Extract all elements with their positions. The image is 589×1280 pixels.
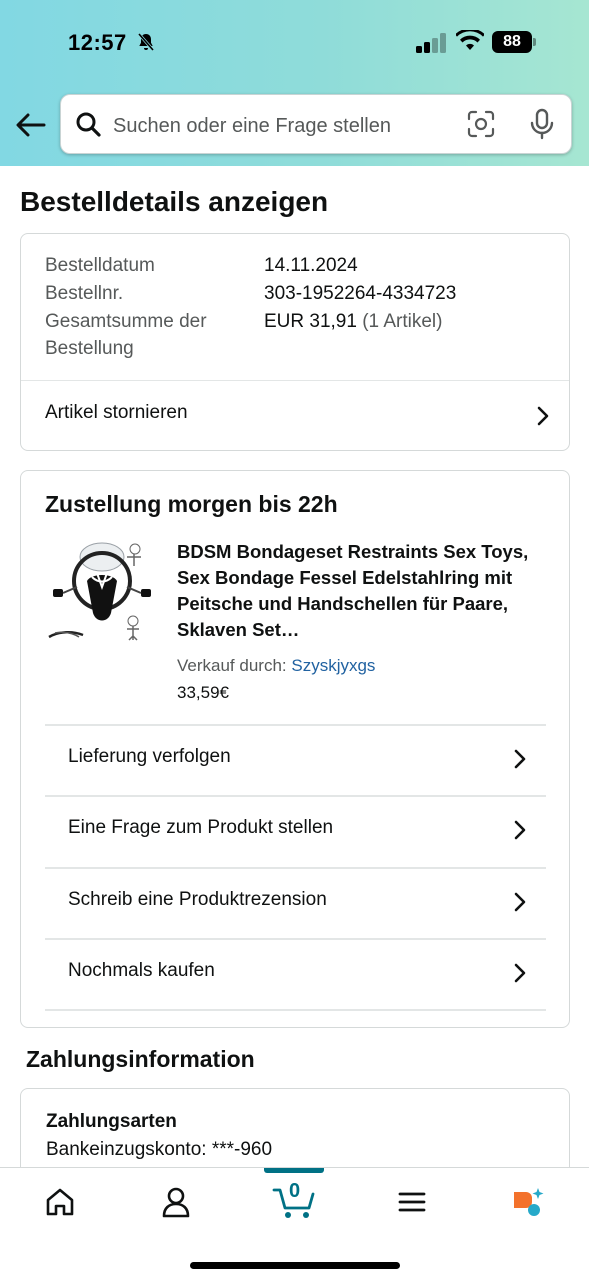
search-input[interactable]: Suchen oder eine Frage stellen bbox=[113, 115, 391, 138]
product-price: 33,59€ bbox=[177, 683, 229, 702]
product-image[interactable] bbox=[47, 537, 157, 647]
divider bbox=[45, 724, 546, 726]
cancel-items-link[interactable]: Artikel stornieren bbox=[21, 381, 569, 451]
seller-info: Verkauf durch: Szyskjyxgs bbox=[177, 656, 375, 676]
order-summary-card: Bestelldatum 14.11.2024 Bestellnr. 303-1… bbox=[20, 233, 570, 451]
search-icon bbox=[76, 112, 101, 137]
action-label: Schreib eine Produktrezension bbox=[68, 889, 327, 910]
order-total-amount: EUR 31,91 bbox=[264, 311, 357, 332]
product-title[interactable]: BDSM Bondageset Restraints Sex Toys, Sex… bbox=[177, 539, 549, 643]
battery-level: 88 bbox=[492, 31, 532, 53]
chevron-right-icon bbox=[537, 406, 549, 426]
menu-icon[interactable] bbox=[392, 1184, 432, 1220]
seller-link[interactable]: Szyskjyxgs bbox=[291, 656, 375, 675]
divider bbox=[45, 795, 546, 797]
action-label: Eine Frage zum Produkt stellen bbox=[68, 817, 334, 838]
payment-method-value: Bankeinzugskonto: ***-960 bbox=[46, 1139, 273, 1160]
action-label: Lieferung verfolgen bbox=[68, 746, 231, 767]
back-arrow-icon[interactable] bbox=[14, 110, 48, 140]
payment-method-heading: Zahlungsarten bbox=[46, 1111, 177, 1132]
battery-tip bbox=[533, 38, 536, 46]
header: 12:57 88 Suchen oder eine Frage stellen bbox=[0, 0, 589, 166]
cellular-signal-icon bbox=[416, 33, 446, 53]
write-review-button[interactable]: Schreib eine Produktrezension bbox=[45, 867, 546, 937]
buy-again-button[interactable]: Nochmals kaufen bbox=[45, 938, 546, 1008]
home-icon[interactable] bbox=[40, 1184, 80, 1220]
camera-lens-icon[interactable] bbox=[467, 110, 495, 138]
chevron-right-icon bbox=[514, 820, 526, 840]
shipment-card: Zustellung morgen bis 22h BDSM Bondagese… bbox=[20, 470, 570, 1028]
track-delivery-button[interactable]: Lieferung verfolgen bbox=[45, 724, 546, 794]
cancel-items-label: Artikel stornieren bbox=[45, 402, 188, 423]
order-total-label: Gesamtsumme der bbox=[45, 311, 207, 332]
account-icon[interactable] bbox=[156, 1184, 196, 1220]
chevron-right-icon bbox=[514, 963, 526, 983]
order-total-value: EUR 31,91 (1 Artikel) bbox=[264, 311, 442, 333]
microphone-icon[interactable] bbox=[529, 108, 555, 140]
ask-product-question-button[interactable]: Eine Frage zum Produkt stellen bbox=[45, 795, 546, 865]
rufus-ai-icon[interactable] bbox=[508, 1184, 548, 1220]
divider bbox=[45, 1009, 546, 1011]
search-bar[interactable]: Suchen oder eine Frage stellen bbox=[60, 94, 572, 154]
wifi-icon bbox=[456, 30, 484, 50]
delivery-heading: Zustellung morgen bis 22h bbox=[45, 491, 338, 517]
divider bbox=[45, 938, 546, 940]
seller-prefix: Verkauf durch: bbox=[177, 656, 287, 675]
status-time: 12:57 bbox=[68, 30, 127, 55]
cart-count-badge: 0 bbox=[289, 1180, 301, 1202]
battery-indicator: 88 bbox=[492, 31, 536, 53]
order-date-label: Bestelldatum bbox=[45, 255, 155, 276]
order-number-value: 303-1952264-4334723 bbox=[264, 283, 457, 304]
action-label: Nochmals kaufen bbox=[68, 960, 215, 981]
chevron-right-icon bbox=[514, 749, 526, 769]
divider bbox=[45, 867, 546, 869]
active-tab-indicator bbox=[264, 1168, 324, 1173]
order-total-items: (1 Artikel) bbox=[362, 311, 443, 332]
order-date-value: 14.11.2024 bbox=[264, 255, 358, 276]
page-title: Bestelldetails anzeigen bbox=[20, 186, 329, 217]
home-indicator bbox=[190, 1262, 400, 1269]
order-total-label-line2: Bestellung bbox=[45, 338, 134, 359]
chevron-right-icon bbox=[514, 892, 526, 912]
payment-heading: Zahlungsinformation bbox=[26, 1046, 255, 1072]
order-number-label: Bestellnr. bbox=[45, 283, 124, 304]
silent-bell-icon bbox=[137, 33, 155, 51]
